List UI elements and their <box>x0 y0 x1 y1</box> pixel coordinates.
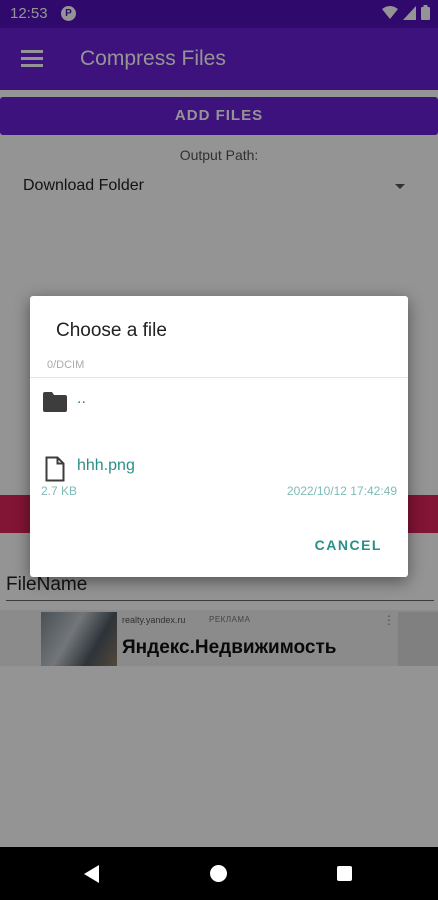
file-name: .. <box>77 390 86 407</box>
file-date: 2022/10/12 17:42:49 <box>286 484 397 498</box>
back-icon[interactable] <box>84 865 99 883</box>
home-icon[interactable] <box>210 865 227 882</box>
choose-file-dialog: Choose a file 0/DCIM .. hhh.png 2.7 KB 2… <box>30 296 408 577</box>
list-item-parent-folder[interactable]: .. <box>30 386 408 426</box>
dialog-divider <box>30 377 408 378</box>
file-name: hhh.png <box>77 457 135 474</box>
navigation-bar <box>0 847 438 900</box>
list-item-file[interactable]: hhh.png 2.7 KB 2022/10/12 17:42:49 <box>30 452 408 512</box>
folder-icon <box>43 392 67 412</box>
dialog-title: Choose a file <box>56 320 167 341</box>
recents-icon[interactable] <box>337 866 352 881</box>
dialog-path: 0/DCIM <box>47 359 85 371</box>
file-size: 2.7 KB <box>41 484 78 498</box>
file-icon <box>45 456 65 482</box>
cancel-button[interactable]: CANCEL <box>315 537 382 553</box>
